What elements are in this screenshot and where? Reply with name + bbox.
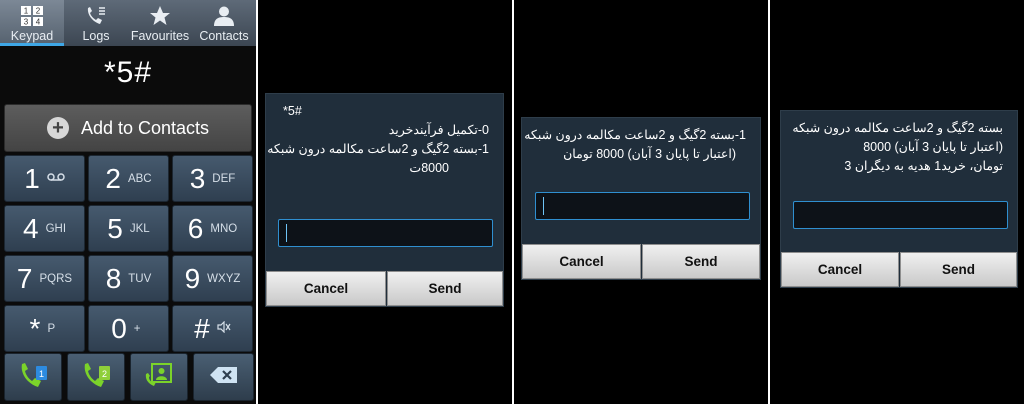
phone-sim2-icon: 2 [79, 360, 113, 395]
key-star[interactable]: * P [4, 305, 85, 352]
key-2[interactable]: 2 ABC [88, 155, 169, 202]
ussd-reply-input[interactable] [278, 219, 493, 247]
key-digit: 9 [184, 262, 201, 294]
ussd-line: 0-تکمیل فرآیندخرید [388, 123, 489, 137]
svg-text:2: 2 [102, 369, 107, 379]
logs-icon [84, 4, 108, 28]
backspace-icon [209, 366, 239, 389]
svg-text:4: 4 [36, 18, 41, 27]
dialed-number[interactable]: *5# [0, 56, 256, 90]
phone-sim1-icon: 1 [16, 360, 50, 395]
key-digit: 0 [111, 312, 127, 344]
key-6[interactable]: 6 MNO [172, 205, 253, 252]
key-digit: 3 [189, 162, 206, 194]
key-4[interactable]: 4 GHI [4, 205, 85, 252]
key-letters: PQRS [39, 272, 73, 285]
svg-text:3: 3 [24, 18, 29, 27]
ussd-line: (اعتبار تا پایان 3 آبان) 8000 [863, 140, 1003, 154]
ussd-line: 1-بسته 2گیگ و 2ساعت مکالمه درون شبکه [524, 128, 746, 142]
ussd-line: (اعتبار تا پایان 3 آبان) 8000 تومان [563, 147, 736, 161]
keypad-icon: 1 2 3 4 [20, 4, 44, 28]
call-sim1-button[interactable]: 1 [4, 353, 62, 401]
ussd-reply-input[interactable] [535, 192, 750, 220]
ussd-reply-input[interactable] [793, 201, 1008, 229]
tab-contacts[interactable]: Contacts [192, 0, 256, 46]
key-letters: P [47, 322, 56, 335]
key-9[interactable]: 9 WXYZ [172, 255, 253, 302]
key-digit: 2 [105, 162, 121, 194]
person-icon [212, 4, 236, 28]
ussd-line: 8000ت [409, 161, 449, 175]
call-sim2-button[interactable]: 2 [67, 353, 125, 401]
key-3[interactable]: 3 DEF [172, 155, 253, 202]
key-7[interactable]: 7 PQRS [4, 255, 85, 302]
key-1[interactable]: 1 [4, 155, 85, 202]
cancel-button[interactable]: Cancel [266, 271, 386, 306]
cancel-button[interactable]: Cancel [781, 252, 899, 287]
ussd-line: تومان، خرید1 هدیه به دیگران 3 [844, 159, 1003, 173]
tab-logs[interactable]: Logs [64, 0, 128, 46]
cancel-button[interactable]: Cancel [522, 244, 641, 279]
key-5[interactable]: 5 JKL [88, 205, 169, 252]
key-letters: ABC [127, 172, 152, 185]
key-letters: TUV [128, 272, 152, 285]
svg-text:1: 1 [24, 7, 29, 16]
tab-label: Contacts [199, 29, 249, 43]
send-button[interactable]: Send [387, 271, 503, 306]
key-digit: # [194, 312, 210, 344]
dialer-screen: 1 2 3 4 Keypad Logs Favourites Contacts … [0, 0, 256, 404]
text-caret [286, 224, 287, 242]
tab-label: Logs [82, 29, 110, 43]
key-digit: 6 [187, 212, 204, 244]
ussd-message: *5# 0-تکمیل فرآیندخرید 1-بسته 2گیگ و 2سا… [266, 102, 503, 178]
key-digit: 8 [105, 262, 122, 294]
text-caret [543, 197, 544, 215]
ussd-dialog: 1-بسته 2گیگ و 2ساعت مکالمه درون شبکه (اع… [521, 117, 761, 280]
tab-label: Favourites [130, 29, 190, 43]
key-digit: * [29, 312, 41, 344]
ussd-dialog: بسته 2گیگ و 2ساعت مکالمه درون شبکه (اعتب… [780, 110, 1018, 288]
key-letters: DEF [212, 172, 236, 185]
send-button[interactable]: Send [900, 252, 1017, 287]
add-to-contacts-label: Add to Contacts [80, 117, 210, 138]
ussd-message: بسته 2گیگ و 2ساعت مکالمه درون شبکه (اعتب… [781, 119, 1017, 176]
video-call-button[interactable] [130, 353, 188, 401]
ussd-line: بسته 2گیگ و 2ساعت مکالمه درون شبکه [792, 121, 1003, 135]
key-hash[interactable]: # [172, 305, 253, 352]
ussd-dialog: *5# 0-تکمیل فرآیندخرید 1-بسته 2گیگ و 2سا… [265, 93, 504, 307]
key-letters: GHI [45, 222, 67, 235]
ussd-screen-2: 1-بسته 2گیگ و 2ساعت مکالمه درون شبکه (اع… [514, 0, 768, 404]
add-to-contacts-button[interactable]: + Add to Contacts [4, 104, 252, 152]
key-8[interactable]: 8 TUV [88, 255, 169, 302]
tab-bar: 1 2 3 4 Keypad Logs Favourites Contacts [0, 0, 256, 46]
key-letters: MNO [210, 222, 238, 235]
backspace-button[interactable] [193, 353, 254, 401]
key-letters: WXYZ [207, 272, 241, 285]
ussd-screen-3: بسته 2گیگ و 2ساعت مکالمه درون شبکه (اعتب… [770, 0, 1024, 404]
svg-text:2: 2 [36, 7, 41, 16]
ussd-line: 1-بسته 2گیگ و 2ساعت مکالمه درون شبکه [267, 142, 489, 156]
key-letters: JKL [129, 222, 150, 235]
key-digit: 1 [24, 162, 40, 194]
ussd-line: *5# [283, 104, 302, 118]
voicemail-icon [47, 172, 65, 185]
key-letters: + [133, 322, 141, 335]
mute-icon [217, 320, 231, 336]
svg-text:1: 1 [39, 369, 44, 379]
key-0[interactable]: 0 + [88, 305, 169, 352]
key-digit: 4 [22, 212, 39, 244]
key-digit: 7 [16, 262, 33, 294]
tab-favourites[interactable]: Favourites [128, 0, 192, 46]
plus-icon: + [46, 117, 69, 139]
key-digit: 5 [107, 212, 123, 244]
ussd-screen-1: *5# 0-تکمیل فرآیندخرید 1-بسته 2گیگ و 2سا… [258, 0, 512, 404]
tab-keypad[interactable]: 1 2 3 4 Keypad [0, 0, 64, 46]
star-icon [148, 4, 172, 28]
tab-label: Keypad [10, 29, 54, 43]
ussd-message: 1-بسته 2گیگ و 2ساعت مکالمه درون شبکه (اع… [522, 126, 760, 164]
send-button[interactable]: Send [642, 244, 760, 279]
dialer-actions: 1 2 [4, 353, 254, 401]
video-call-icon [144, 362, 174, 393]
